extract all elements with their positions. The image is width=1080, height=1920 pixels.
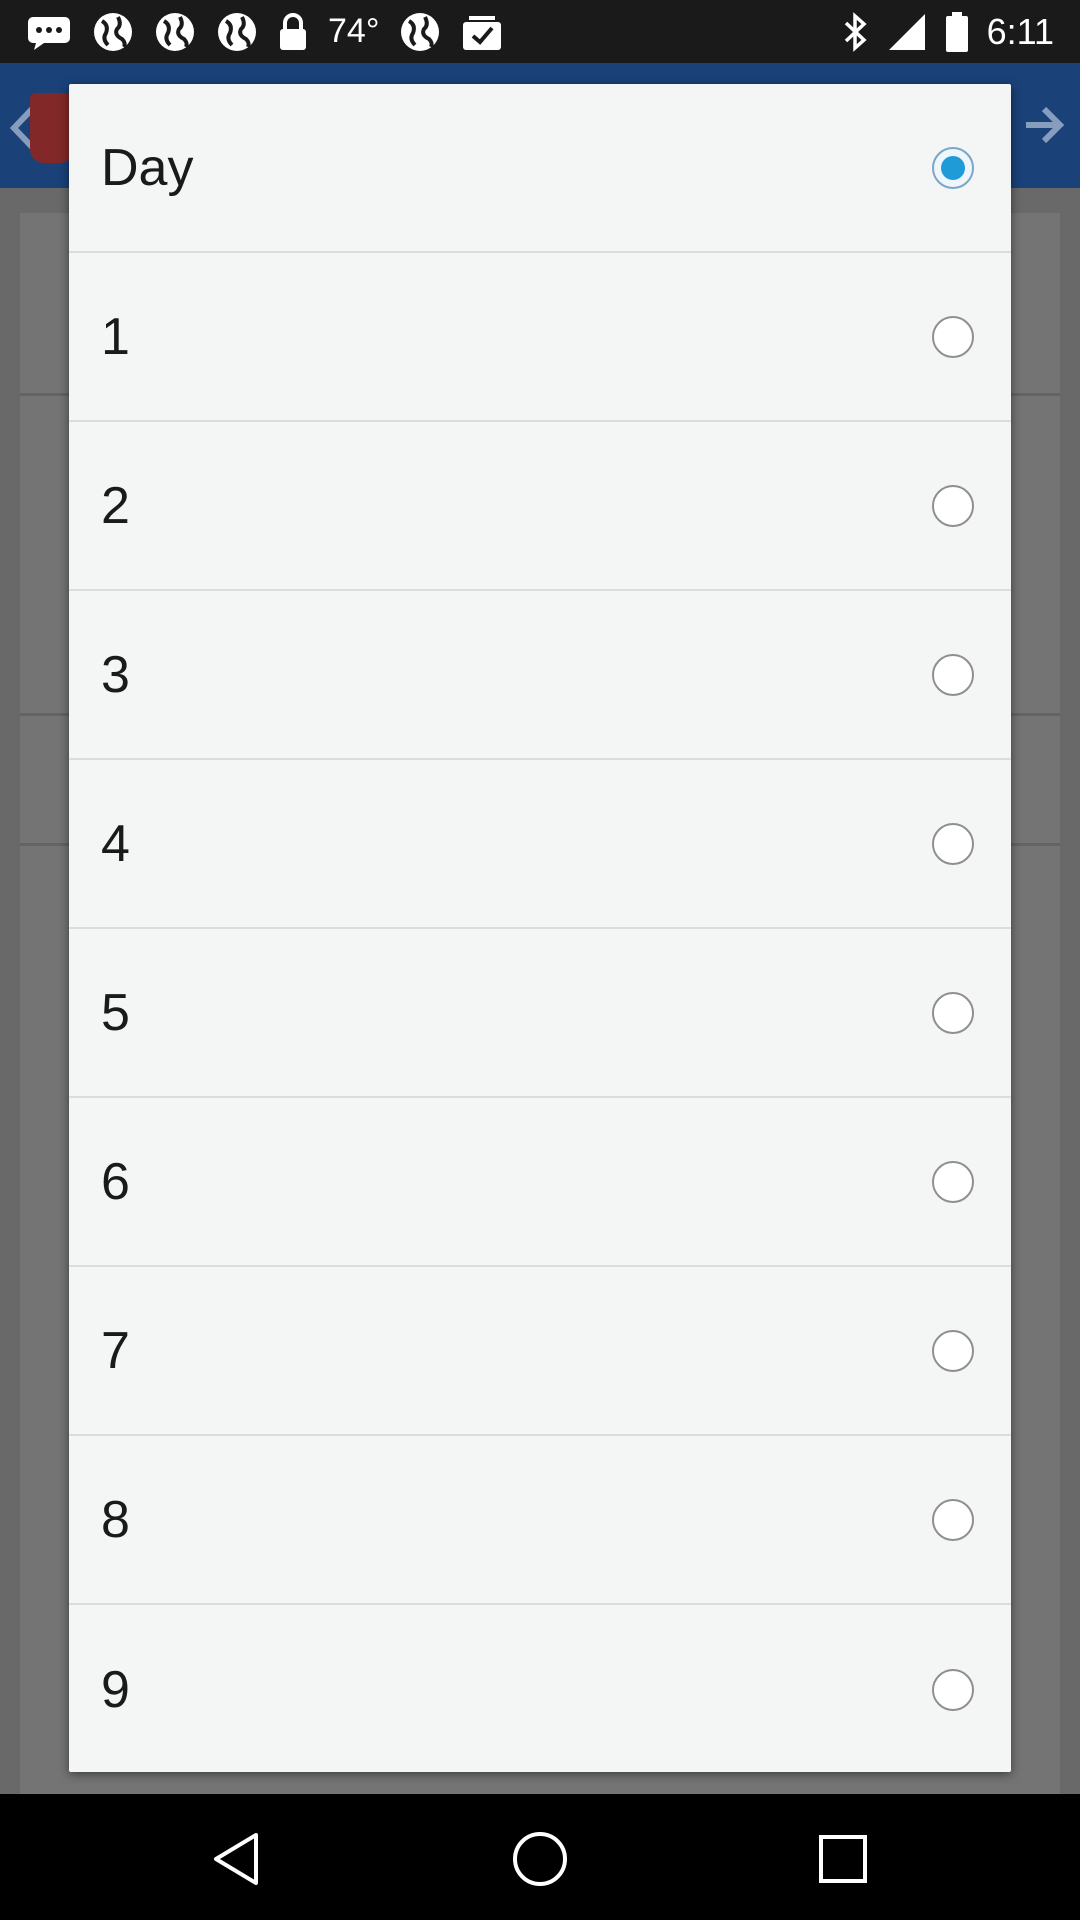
photo-check-icon	[461, 12, 503, 52]
radio-unchecked-icon[interactable]	[932, 1160, 974, 1203]
option-9[interactable]: 9	[69, 1605, 1011, 1774]
status-bar: 74° 6:11	[0, 0, 1080, 63]
home-icon[interactable]	[500, 1824, 580, 1894]
clock-text: 6:11	[986, 10, 1054, 52]
radio-unchecked-icon[interactable]	[932, 484, 974, 527]
status-right-icons: 6:11	[843, 11, 1080, 53]
globe-icon	[154, 11, 196, 53]
radio-unchecked-icon[interactable]	[932, 1668, 974, 1711]
globe-icon	[216, 11, 258, 53]
option-3[interactable]: 3	[69, 591, 1011, 760]
battery-icon	[945, 11, 969, 53]
radio-unchecked-icon[interactable]	[932, 1329, 974, 1372]
option-label: 7	[101, 1321, 130, 1380]
temperature-text: 74°	[328, 12, 380, 50]
option-label: Day	[101, 138, 194, 197]
option-label: 9	[101, 1660, 130, 1719]
day-picker-dialog: Day 1 2 3 4 5 6 7 8 9	[69, 84, 1011, 1772]
option-label: 6	[101, 1152, 130, 1211]
radio-unchecked-icon[interactable]	[932, 991, 974, 1034]
signal-icon	[887, 12, 927, 52]
globe-icon	[399, 11, 441, 53]
radio-unchecked-icon[interactable]	[932, 653, 974, 696]
option-1[interactable]: 1	[69, 253, 1011, 422]
bluetooth-icon	[843, 11, 869, 52]
option-7[interactable]: 7	[69, 1267, 1011, 1436]
navigation-bar	[0, 1794, 1080, 1920]
lock-icon	[278, 12, 308, 52]
option-label: 8	[101, 1490, 130, 1549]
globe-icon	[92, 11, 134, 53]
radio-unchecked-icon[interactable]	[932, 315, 974, 358]
screen: 74° 6:11 Day 1 2 3 4 5 6 7 8 9	[0, 0, 1080, 1920]
option-label: 1	[101, 307, 130, 366]
recents-icon[interactable]	[803, 1824, 883, 1894]
option-label: 4	[101, 814, 130, 873]
option-6[interactable]: 6	[69, 1098, 1011, 1267]
option-4[interactable]: 4	[69, 760, 1011, 929]
option-2[interactable]: 2	[69, 422, 1011, 591]
option-day[interactable]: Day	[69, 84, 1011, 253]
status-left-icons: 74°	[0, 11, 503, 53]
option-label: 2	[101, 476, 130, 535]
option-label: 5	[101, 983, 130, 1042]
radio-unchecked-icon[interactable]	[932, 1498, 974, 1541]
chat-icon	[26, 13, 72, 51]
radio-checked-icon[interactable]	[932, 146, 974, 189]
back-icon[interactable]	[196, 1824, 276, 1894]
option-label: 3	[101, 645, 130, 704]
radio-unchecked-icon[interactable]	[932, 822, 974, 865]
option-8[interactable]: 8	[69, 1436, 1011, 1605]
option-5[interactable]: 5	[69, 929, 1011, 1098]
